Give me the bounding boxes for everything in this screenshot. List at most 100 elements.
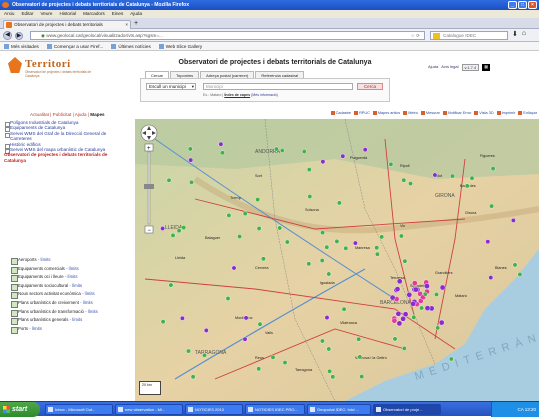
- bookmark-web-slice[interactable]: Web Slice Gallery: [159, 42, 202, 50]
- map-viewer[interactable]: ANDORRA GIRONA LLEIDA BARCELONA TARRAGON…: [135, 119, 539, 401]
- layer-limits-link[interactable]: - límits: [66, 266, 79, 271]
- map-point-marker[interactable]: [257, 321, 263, 327]
- tool-link[interactable]: Enllaçar: [518, 111, 537, 115]
- map-point-marker[interactable]: [319, 258, 325, 263]
- tool-metro[interactable]: Metro: [403, 111, 418, 115]
- map-point-marker[interactable]: [448, 356, 454, 362]
- tool-rpuc[interactable]: RPUC: [354, 111, 370, 115]
- map-point-marker[interactable]: [488, 275, 494, 281]
- map-point-marker[interactable]: [356, 336, 362, 342]
- map-point-marker[interactable]: [260, 256, 266, 262]
- start-button[interactable]: start: [0, 402, 40, 417]
- map-point-marker[interactable]: [190, 374, 196, 380]
- map-point-marker[interactable]: [170, 233, 176, 238]
- legal-link[interactable]: Avís legal: [441, 64, 458, 71]
- url-field[interactable]: ◉ www.geolocal.cat/geolocal/visualitzado…: [30, 31, 425, 40]
- map-point-marker[interactable]: [270, 354, 276, 360]
- map-point-marker[interactable]: [242, 336, 248, 342]
- menu-help[interactable]: Ajuda: [130, 10, 142, 18]
- map-point-marker[interactable]: [517, 271, 523, 277]
- map-point-marker[interactable]: [181, 225, 187, 231]
- bookmark-latest-news[interactable]: Últimes notícies: [111, 42, 150, 50]
- map-point-marker[interactable]: [400, 315, 406, 322]
- map-point-marker[interactable]: [243, 315, 249, 321]
- map-point-marker[interactable]: [301, 149, 307, 154]
- taskbar-app[interactable]: NOTICIES 2013: [185, 404, 243, 415]
- map-point-marker[interactable]: [432, 172, 438, 178]
- map-point-marker[interactable]: [306, 261, 312, 267]
- map-point-marker[interactable]: [396, 320, 403, 327]
- tool-measure[interactable]: Mesurar: [421, 111, 440, 115]
- map-point-marker[interactable]: [401, 177, 407, 183]
- browser-tab[interactable]: Observatori de projectes i debats territ…: [3, 20, 131, 29]
- map-point-marker[interactable]: [489, 203, 494, 209]
- menu-bookmarks[interactable]: Marcadors: [83, 10, 105, 18]
- map-point-marker[interactable]: [225, 296, 231, 301]
- tool-report-error[interactable]: Notificar Error: [443, 111, 471, 115]
- map-point-marker[interactable]: [438, 319, 445, 326]
- menu-edit[interactable]: Editar: [21, 10, 33, 18]
- map-point-marker[interactable]: [330, 374, 336, 380]
- map-point-marker[interactable]: [180, 315, 185, 321]
- map-point-marker[interactable]: [188, 157, 194, 163]
- taskbar-app[interactable]: NOTICIES IDEC PRO...: [245, 404, 305, 415]
- layer-item[interactable]: Ports - límits: [11, 325, 129, 334]
- map-point-marker[interactable]: [166, 177, 172, 183]
- nav-help[interactable]: Ajuda: [75, 112, 87, 117]
- map-point-marker[interactable]: [202, 352, 207, 358]
- layer-limits-link[interactable]: - límits: [80, 300, 93, 305]
- tree-item[interactable]: Servei WMS del Graf de la Direcció Gener…: [4, 131, 129, 142]
- new-tab-icon[interactable]: +: [134, 20, 138, 28]
- map-point-marker[interactable]: [388, 161, 394, 167]
- map-point-marker[interactable]: [343, 245, 349, 251]
- map-point-marker[interactable]: [510, 218, 516, 223]
- map-point-marker[interactable]: [402, 258, 408, 264]
- minimize-icon[interactable]: _: [508, 1, 517, 9]
- home-icon[interactable]: ⌂: [522, 30, 526, 38]
- nav-news[interactable]: Actualitat: [30, 112, 49, 117]
- map-point-marker[interactable]: [319, 338, 325, 344]
- layer-item[interactable]: Equipaments sociocultural - límits: [11, 282, 129, 291]
- tab-close-icon[interactable]: ×: [125, 21, 128, 29]
- map-point-marker[interactable]: [396, 278, 403, 285]
- map-point-marker[interactable]: [326, 271, 332, 277]
- map-point-marker[interactable]: [279, 148, 285, 153]
- map-point-marker[interactable]: [307, 194, 313, 199]
- map-point-marker[interactable]: [450, 173, 455, 179]
- map-point-marker[interactable]: [434, 292, 439, 297]
- map-point-marker[interactable]: [334, 239, 340, 244]
- map-point-marker[interactable]: [406, 291, 413, 298]
- help-link[interactable]: Ajuda: [428, 64, 438, 71]
- map-point-marker[interactable]: [352, 240, 358, 246]
- map-point-marker[interactable]: [340, 153, 346, 159]
- map-point-marker[interactable]: [408, 181, 413, 186]
- map-point-marker[interactable]: [419, 305, 424, 311]
- tool-old-maps[interactable]: Mapes antics: [373, 111, 400, 115]
- map-point-marker[interactable]: [362, 147, 368, 153]
- layer-item[interactable]: Plans urbanístics de transformació - lím…: [11, 308, 129, 317]
- map-point-marker[interactable]: [374, 251, 380, 257]
- bookmark-most-visited[interactable]: Més visitades: [4, 42, 39, 50]
- download-icon[interactable]: ⬇: [512, 30, 518, 38]
- map-point-marker[interactable]: [160, 226, 165, 231]
- tool-print[interactable]: Imprimir: [497, 111, 516, 115]
- nav-maps[interactable]: Mapes: [90, 112, 104, 117]
- map-point-marker[interactable]: [395, 310, 402, 317]
- forward-icon[interactable]: ▶: [15, 31, 23, 40]
- layer-limits-link[interactable]: - límits: [70, 317, 83, 322]
- map-point-marker[interactable]: [306, 167, 312, 172]
- taskbar-app-active[interactable]: Observatori de proje...: [373, 404, 441, 415]
- map-point-marker[interactable]: [485, 239, 491, 245]
- map-point-marker[interactable]: [413, 286, 419, 293]
- nav-advertising[interactable]: Publicitat: [53, 112, 72, 117]
- bookmark-star-icon[interactable]: ☆ ⟳: [411, 32, 420, 40]
- map-point-marker[interactable]: [469, 175, 475, 181]
- map-point-marker[interactable]: [327, 368, 333, 374]
- layer-item[interactable]: Nous sectors activitat econòmica - límit…: [11, 290, 129, 299]
- search-type-select[interactable]: Escull un municipi: [146, 83, 196, 90]
- map-point-marker[interactable]: [374, 245, 380, 251]
- map-point-marker[interactable]: [160, 319, 166, 325]
- search-field[interactable]: Catalogue IDEC: [430, 31, 508, 40]
- map-point-marker[interactable]: [237, 234, 243, 239]
- map-point-marker[interactable]: [187, 146, 193, 152]
